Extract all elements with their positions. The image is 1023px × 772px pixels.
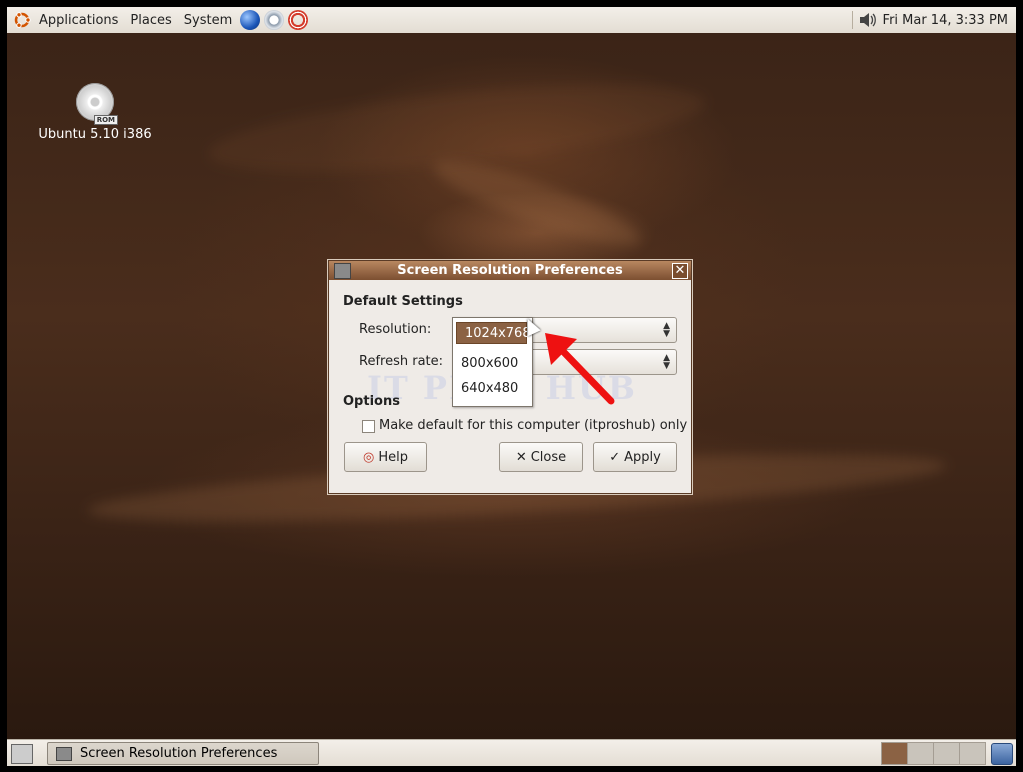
volume-icon[interactable]	[859, 12, 877, 28]
close-button-label: Close	[530, 449, 567, 465]
dialog-titlebar[interactable]: Screen Resolution Preferences ✕	[329, 261, 691, 280]
panel-clock[interactable]: Fri Mar 14, 3:33 PM	[877, 7, 1016, 33]
close-icon: ✕	[515, 449, 527, 465]
show-desktop-icon[interactable]	[11, 744, 33, 764]
rom-badge: ROM	[93, 115, 118, 125]
checkmark-icon: ✓	[609, 449, 621, 465]
system-tray: Fri Mar 14, 3:33 PM	[846, 7, 1016, 33]
close-button[interactable]: ✕ Close	[499, 442, 583, 472]
options-heading: Options	[343, 394, 400, 409]
make-default-checkbox[interactable]	[362, 420, 375, 433]
ubuntu-logo-icon[interactable]	[13, 11, 31, 29]
workspace-4[interactable]	[959, 742, 986, 765]
combo-arrows-icon: ▲ ▼	[663, 353, 670, 371]
help-button-label: Help	[378, 449, 408, 465]
cdrom-icon: ROM	[76, 83, 118, 125]
combo-arrows-icon: ▲ ▼	[663, 321, 670, 339]
desktop-icon-label: Ubuntu 5.10 i386	[38, 127, 152, 142]
menu-system[interactable]: System	[178, 7, 238, 33]
screen: Applications Places System Fri Mar 14, 3…	[7, 7, 1016, 766]
resolution-label: Resolution:	[359, 322, 432, 337]
trash-icon[interactable]	[991, 743, 1013, 765]
refresh-rate-label: Refresh rate:	[359, 354, 444, 369]
clock-icon[interactable]	[264, 10, 285, 30]
resolution-option-640x480[interactable]: 640x480	[453, 378, 532, 400]
dialog-title: Screen Resolution Preferences	[397, 263, 623, 278]
workspace-3[interactable]	[933, 742, 960, 765]
bottom-panel: Screen Resolution Preferences	[7, 739, 1016, 766]
workspace-2[interactable]	[907, 742, 934, 765]
desktop-icon-cdrom[interactable]: ROM Ubuntu 5.10 i386	[35, 83, 155, 142]
workspace-1[interactable]	[881, 742, 908, 765]
task-label: Screen Resolution Preferences	[80, 746, 278, 761]
top-panel: Applications Places System Fri Mar 14, 3…	[7, 7, 1016, 34]
resolution-option-800x600[interactable]: 800x600	[453, 353, 532, 375]
globe-icon[interactable]	[240, 10, 261, 30]
resolution-dropdown-list: 1024x768 800x600 640x480	[452, 317, 533, 407]
menu-applications[interactable]: Applications	[33, 7, 124, 33]
window-menu-icon[interactable]	[334, 263, 351, 279]
apply-button[interactable]: ✓ Apply	[593, 442, 677, 472]
taskbar-button-screen-resolution[interactable]: Screen Resolution Preferences	[47, 742, 319, 765]
menu-places[interactable]: Places	[124, 7, 177, 33]
tray-separator	[851, 11, 853, 29]
annotation-red-arrow	[545, 333, 615, 405]
close-window-button[interactable]: ✕	[672, 263, 688, 279]
resolution-option-1024x768[interactable]: 1024x768	[456, 322, 531, 344]
wallpaper-streak	[426, 146, 648, 260]
default-settings-heading: Default Settings	[343, 294, 463, 309]
task-window-icon	[56, 746, 72, 761]
help-lifering-icon[interactable]	[288, 10, 309, 30]
help-icon: ◎	[363, 449, 375, 465]
help-button[interactable]: ◎ Help	[344, 442, 427, 472]
make-default-label[interactable]: Make default for this computer (itproshu…	[379, 418, 687, 433]
apply-button-label: Apply	[624, 449, 661, 465]
